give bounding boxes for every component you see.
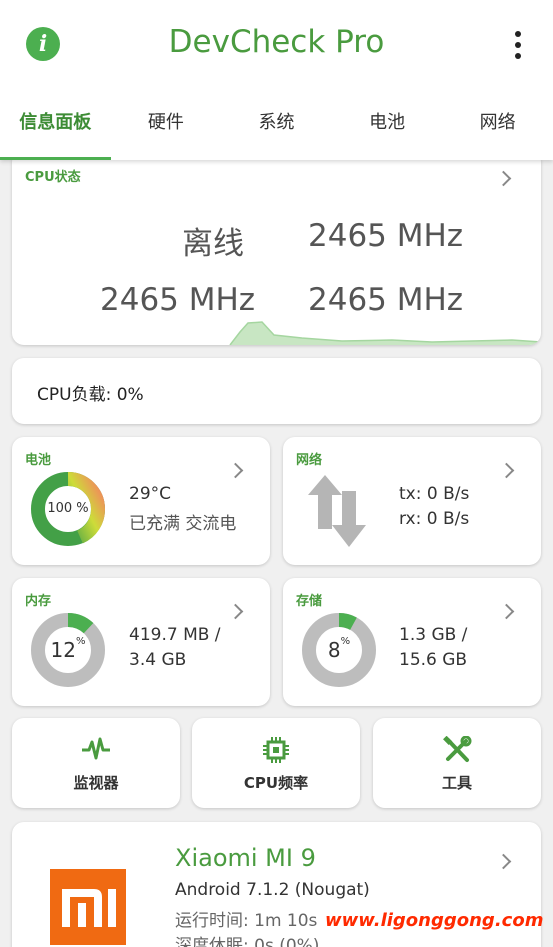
device-name: Xiaomi MI 9 bbox=[175, 844, 316, 872]
transfer-arrows-icon bbox=[308, 475, 366, 547]
app-title: DevCheck Pro bbox=[168, 24, 385, 60]
tools-icon bbox=[443, 735, 472, 762]
battery-percent: 100 % bbox=[47, 501, 89, 516]
tab-dashboard[interactable]: 信息面板 bbox=[0, 100, 111, 160]
tools-button[interactable]: 工具 bbox=[373, 718, 541, 808]
monitor-button[interactable]: 监视器 bbox=[12, 718, 180, 808]
tab-hardware[interactable]: 硬件 bbox=[111, 100, 222, 160]
memory-total: 3.4 GB bbox=[129, 650, 187, 670]
tab-system[interactable]: 系统 bbox=[221, 100, 332, 160]
memory-label: 内存 bbox=[25, 594, 52, 609]
network-card[interactable]: 网络 tx: 0 B/s rx: 0 B/s bbox=[283, 437, 541, 565]
chevron-right-icon bbox=[498, 462, 515, 479]
cpu-status-card[interactable]: CPU状态 离线 2465 MHz 2465 MHz 2465 MHz bbox=[12, 150, 541, 345]
memory-percent: 12% bbox=[50, 636, 86, 662]
chevron-right-icon bbox=[227, 603, 244, 620]
tab-network[interactable]: 网络 bbox=[442, 100, 553, 160]
storage-used: 1.3 GB / bbox=[399, 625, 468, 645]
memory-used: 419.7 MB / bbox=[129, 625, 221, 645]
battery-gauge: 100 % bbox=[30, 471, 106, 547]
android-version: Android 7.1.2 (Nougat) bbox=[175, 880, 370, 900]
memory-card[interactable]: 内存 12% 419.7 MB / 3.4 GB bbox=[12, 578, 270, 706]
watermark: www.ligonggong.com bbox=[325, 910, 544, 931]
network-label: 网络 bbox=[296, 453, 323, 468]
chevron-right-icon bbox=[495, 853, 512, 870]
battery-temperature: 29°C bbox=[129, 484, 172, 504]
storage-total: 15.6 GB bbox=[399, 650, 468, 670]
tools-label: 工具 bbox=[441, 774, 472, 792]
chevron-right-icon bbox=[498, 603, 515, 620]
storage-label: 存储 bbox=[296, 594, 323, 609]
storage-percent: 8% bbox=[327, 636, 351, 662]
cpu-frequency-label: CPU频率 bbox=[243, 774, 309, 792]
battery-card[interactable]: 电池 100 % 29°C 已充满 交流电 bbox=[12, 437, 270, 565]
chevron-right-icon bbox=[227, 462, 244, 479]
network-tx: tx: 0 B/s bbox=[399, 484, 470, 504]
more-options-icon[interactable] bbox=[508, 30, 528, 60]
deep-sleep: 深度休眠: 0s (0%) bbox=[175, 936, 320, 947]
app-bar: i DevCheck Pro 信息面板 硬件 系统 电池 网络 bbox=[0, 0, 553, 160]
uptime: 运行时间: 1m 10s bbox=[175, 911, 318, 931]
memory-gauge: 12% bbox=[30, 612, 106, 688]
tab-bar: 信息面板 硬件 系统 电池 网络 bbox=[0, 100, 553, 160]
network-rx: rx: 0 B/s bbox=[399, 509, 470, 529]
cpu-load-card[interactable]: CPU负载: 0% bbox=[12, 358, 541, 424]
chevron-right-icon bbox=[495, 170, 512, 187]
cpu-core-1-value: 2465 MHz bbox=[308, 218, 464, 254]
cpu-status-label: CPU状态 bbox=[25, 170, 81, 185]
storage-gauge: 8% bbox=[301, 612, 377, 688]
chip-icon bbox=[263, 737, 289, 763]
battery-label: 电池 bbox=[25, 453, 52, 468]
monitor-label: 监视器 bbox=[73, 774, 119, 792]
battery-status: 已充满 交流电 bbox=[129, 514, 237, 534]
cpu-usage-graph bbox=[229, 321, 541, 345]
xiaomi-logo bbox=[50, 869, 126, 945]
cpu-frequency-button[interactable]: CPU频率 bbox=[192, 718, 360, 808]
cpu-load-text: CPU负载: 0% bbox=[37, 385, 144, 405]
pulse-icon bbox=[82, 737, 110, 760]
storage-card[interactable]: 存储 8% 1.3 GB / 15.6 GB bbox=[283, 578, 541, 706]
cpu-core-0-value: 离线 bbox=[182, 226, 244, 262]
tab-battery[interactable]: 电池 bbox=[332, 100, 443, 160]
